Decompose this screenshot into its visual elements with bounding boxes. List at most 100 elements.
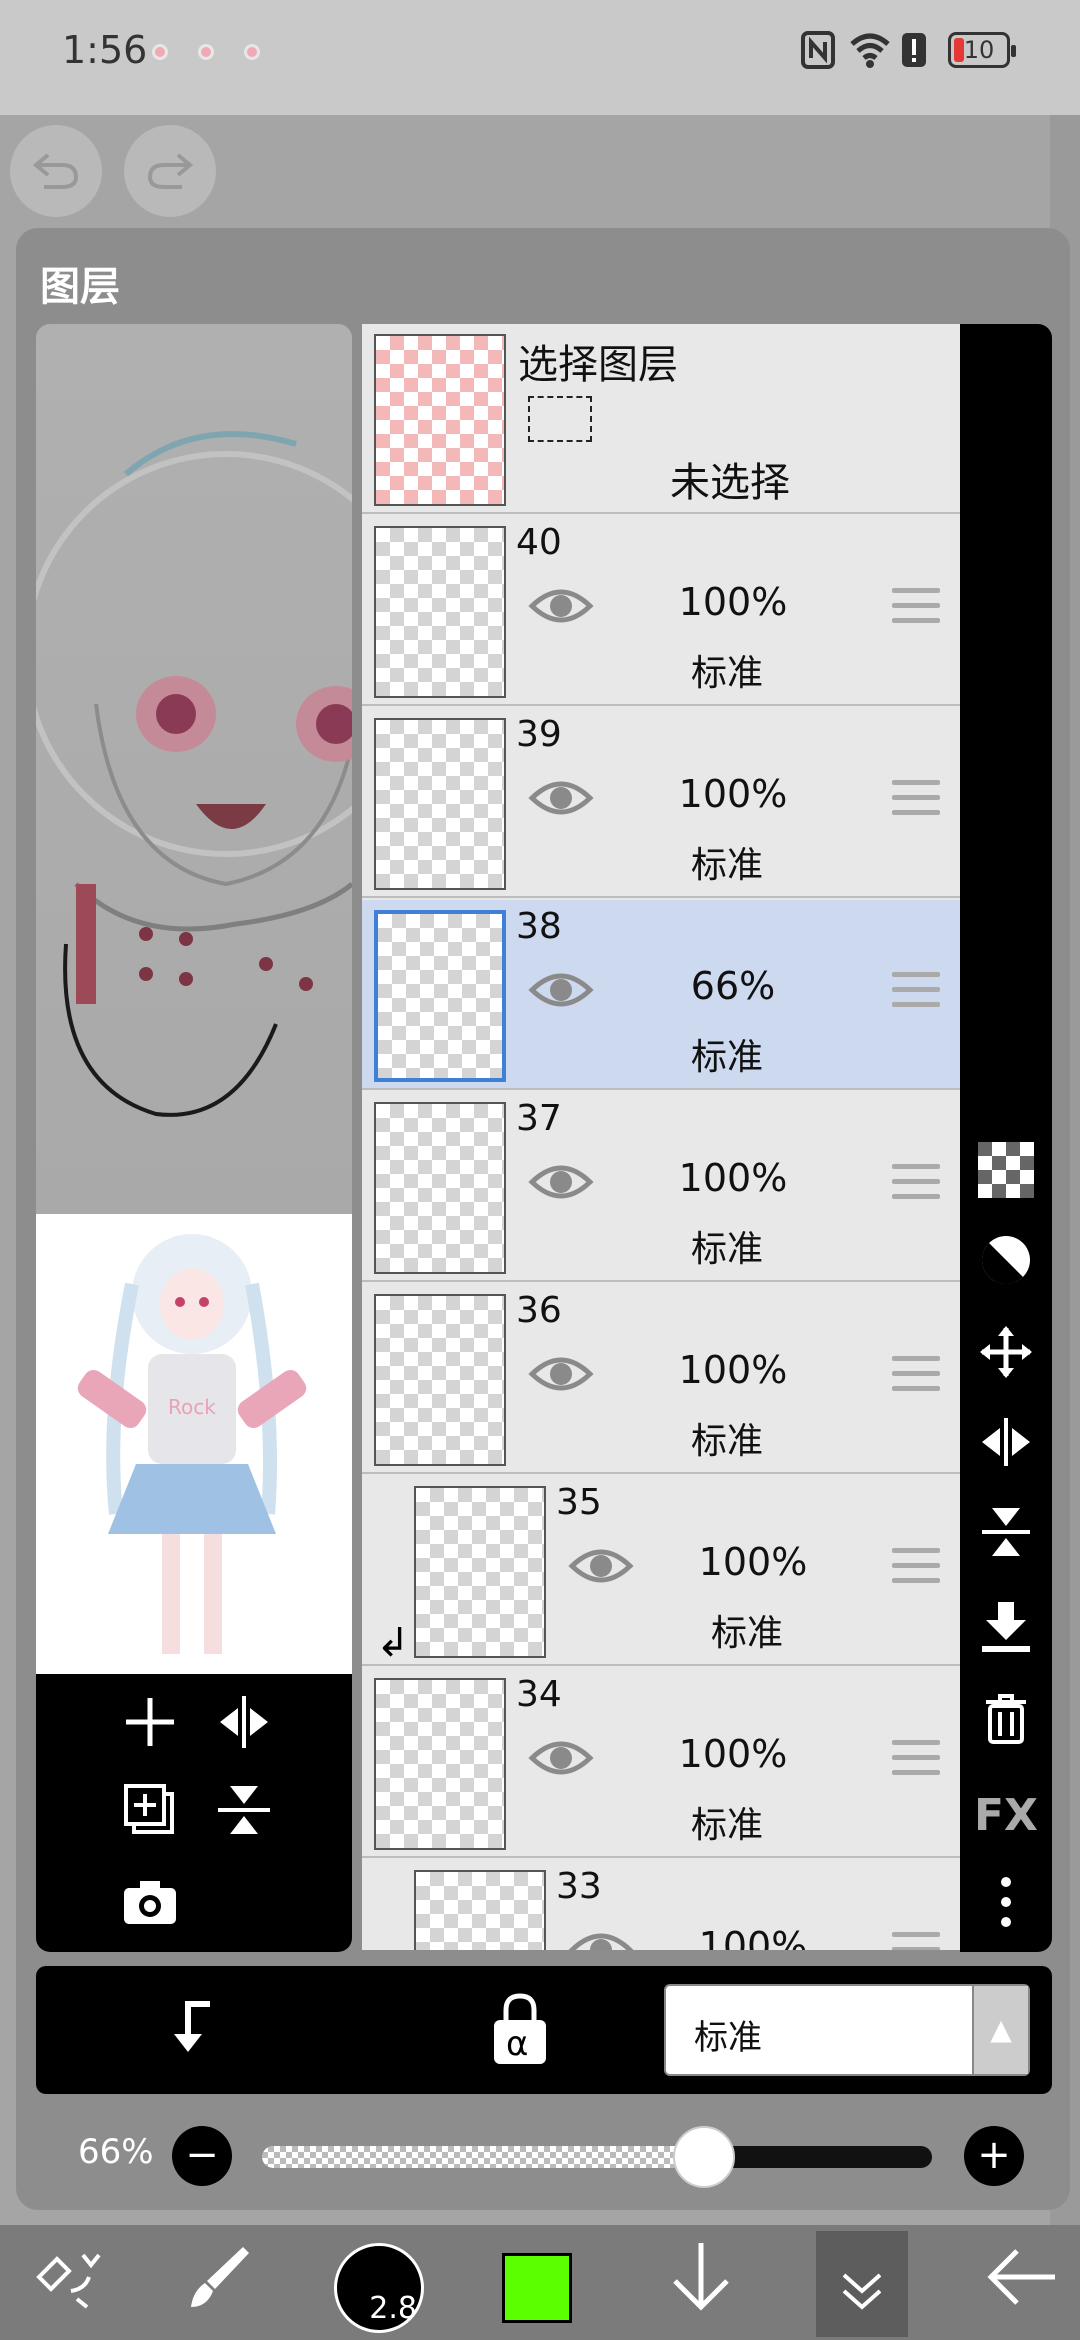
layer-blend-mode: 标准 <box>710 1613 783 1654</box>
layer-row[interactable]: 33100%标准 <box>362 1860 960 1950</box>
canvas-preview-panel: Rock <box>36 324 352 1952</box>
move-button[interactable] <box>974 1324 1038 1388</box>
canvas-thumbnail[interactable]: Rock <box>36 1214 352 1674</box>
battery-fill <box>954 38 964 62</box>
layer-thumbnail[interactable] <box>414 1486 546 1658</box>
layer-thumbnail[interactable] <box>374 1678 506 1850</box>
double-chevron-down-icon <box>842 2273 882 2310</box>
swap-tools-icon <box>36 2253 101 2309</box>
flip-layer-vertical-button[interactable] <box>974 1504 1038 1568</box>
notification-dot <box>152 44 168 60</box>
transparency-button[interactable] <box>974 1142 1038 1206</box>
layer-number: 35 <box>556 1482 602 1523</box>
right-toolbar: FX <box>960 324 1052 1952</box>
brush-size-button[interactable]: 2.8 <box>334 2243 424 2333</box>
add-layer-button[interactable] <box>120 1692 180 1752</box>
eye-icon <box>528 1165 594 1199</box>
collapse-button[interactable] <box>816 2231 908 2337</box>
drag-handle-icon[interactable] <box>892 1164 940 1206</box>
visibility-toggle[interactable] <box>528 966 594 1014</box>
layer-opacity: 100% <box>698 1924 808 1950</box>
layer-blend-mode: 标准 <box>690 845 763 886</box>
layer-number: 37 <box>516 1098 562 1139</box>
layer-action-bar: α 标准 ▲ <box>36 1966 1052 2094</box>
trash-icon <box>986 1694 1026 1744</box>
invert-button[interactable] <box>974 1232 1038 1296</box>
brush-tool-button[interactable] <box>174 2237 264 2329</box>
layer-row[interactable]: 37 100% 标准 <box>362 1092 960 1282</box>
layer-number: 39 <box>516 714 562 755</box>
merge-down-button[interactable] <box>974 1600 1038 1664</box>
layer-down-button[interactable] <box>656 2237 746 2329</box>
drag-handle-icon[interactable] <box>892 588 940 630</box>
opacity-slider-track[interactable] <box>262 2146 932 2168</box>
selection-layer[interactable]: 选择图层 未选择 <box>362 324 960 514</box>
caret-up-icon: ▲ <box>972 1986 1028 2074</box>
layer-blend-mode: 标准 <box>690 1229 763 1270</box>
visibility-toggle[interactable] <box>528 1350 594 1398</box>
visibility-toggle[interactable] <box>568 1926 634 1950</box>
flip-layer-horizontal-button[interactable] <box>974 1414 1038 1478</box>
plus-icon <box>126 1698 174 1746</box>
drag-handle-icon[interactable] <box>892 1932 940 1950</box>
arrow-down-icon <box>673 2243 729 2311</box>
fx-button[interactable]: FX <box>974 1784 1038 1848</box>
opacity-decrease-button[interactable]: − <box>172 2126 232 2186</box>
layer-thumbnail[interactable] <box>374 526 506 698</box>
selection-layer-thumbnail <box>374 334 506 506</box>
eye-icon <box>528 973 594 1007</box>
drag-handle-icon[interactable] <box>892 1356 940 1398</box>
flip-vertical-button[interactable] <box>214 1780 274 1840</box>
eye-icon <box>528 1741 594 1775</box>
drag-handle-icon[interactable] <box>892 1548 940 1590</box>
more-options-button[interactable] <box>974 1874 1038 1938</box>
drag-handle-icon[interactable] <box>892 972 940 1014</box>
blend-mode-select[interactable]: 标准 ▲ <box>664 1984 1030 2076</box>
layer-row[interactable]: 36 100% 标准 <box>362 1284 960 1474</box>
tool-switch-button[interactable] <box>20 2237 110 2329</box>
svg-text:α: α <box>506 2024 528 2064</box>
layer-list[interactable]: 选择图层 未选择 40 100% 标准 39 100% 标准 38 66% 标准 37 100% 标准… <box>362 324 960 1950</box>
visibility-toggle[interactable] <box>528 1158 594 1206</box>
duplicate-layer-button[interactable] <box>120 1780 180 1840</box>
alert-icon <box>900 30 928 70</box>
layer-row[interactable]: 35 100% 标准 ↲ <box>362 1476 960 1666</box>
drag-handle-icon[interactable] <box>892 1740 940 1782</box>
opacity-increase-button[interactable]: + <box>964 2126 1024 2186</box>
layer-thumbnail[interactable] <box>374 718 506 890</box>
clipping-arrow-icon <box>174 2001 210 2052</box>
eye-icon <box>528 589 594 623</box>
brush-size-value: 2.8 <box>369 2291 417 2326</box>
delete-layer-button[interactable] <box>974 1690 1038 1754</box>
flip-horizontal-button[interactable] <box>214 1692 274 1752</box>
visibility-toggle[interactable] <box>568 1542 634 1590</box>
flip-horizontal-icon <box>220 1696 268 1748</box>
drag-handle-icon[interactable] <box>892 780 940 822</box>
layer-thumbnail[interactable] <box>374 1102 506 1274</box>
opacity-slider-handle[interactable] <box>673 2126 736 2188</box>
eye-icon <box>528 1357 594 1391</box>
layer-thumbnail[interactable] <box>414 1870 546 1950</box>
selection-layer-title: 选择图层 <box>518 342 678 388</box>
layer-thumbnail[interactable] <box>374 1294 506 1466</box>
layer-row[interactable]: 34 100% 标准 <box>362 1668 960 1858</box>
visibility-toggle[interactable] <box>528 774 594 822</box>
dialog-title: 图层 <box>40 264 120 310</box>
layer-row[interactable]: 38 66% 标准 <box>362 900 960 1090</box>
visibility-toggle[interactable] <box>528 1734 594 1782</box>
visibility-toggle[interactable] <box>528 582 594 630</box>
layer-row[interactable]: 39 100% 标准 <box>362 708 960 898</box>
alpha-lock-button[interactable]: α <box>484 1990 556 2070</box>
undo-button[interactable] <box>10 125 102 217</box>
layer-blend-mode: 标准 <box>690 653 763 694</box>
layer-thumbnail[interactable] <box>374 910 506 1082</box>
back-button[interactable] <box>978 2237 1068 2329</box>
redo-button[interactable] <box>124 125 216 217</box>
checker-icon <box>978 1142 1034 1198</box>
color-swatch-button[interactable] <box>502 2253 572 2323</box>
camera-button[interactable] <box>120 1872 180 1932</box>
layer-row[interactable]: 40 100% 标准 <box>362 516 960 706</box>
layer-opacity: 100% <box>678 1732 788 1776</box>
blend-mode-value: 标准 <box>694 2018 762 2058</box>
clipping-button[interactable] <box>160 1996 224 2060</box>
